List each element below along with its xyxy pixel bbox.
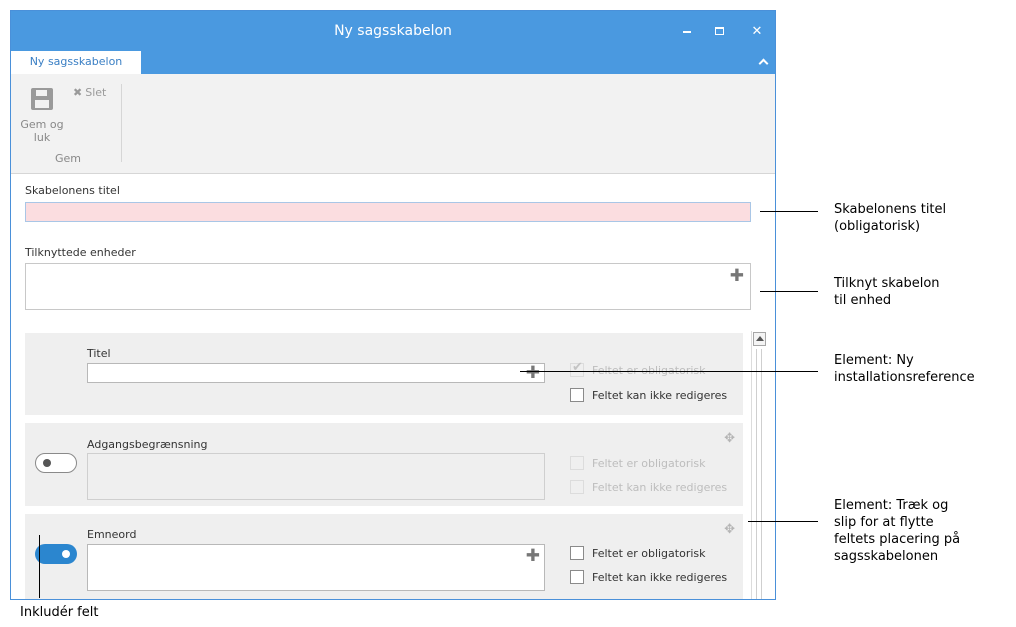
close-button[interactable]: ✕ — [745, 11, 769, 51]
callout-units-line1: Tilknyt skabelon — [834, 276, 940, 291]
readonly-checkbox — [570, 480, 584, 494]
field-element-keywords: ✥ Emneord ✚ Feltet er obligatorisk Felte… — [25, 514, 743, 599]
readonly-checkbox-row: Feltet kan ikke redigeres — [570, 388, 727, 402]
move-icon[interactable]: ✥ — [724, 522, 735, 537]
callout-drag-line1: Element: Træk og — [834, 498, 949, 513]
callout-units: Tilknyt skabelon til enhed — [834, 275, 940, 309]
maximize-icon — [714, 27, 724, 35]
required-checkbox-row: ✔ Feltet er obligatorisk — [570, 360, 706, 377]
required-checkbox[interactable] — [570, 546, 584, 560]
readonly-checkbox-label: Feltet kan ikke redigeres — [592, 388, 728, 402]
chevron-up-icon — [758, 58, 769, 69]
add-unit-icon[interactable]: ✚ — [730, 268, 744, 285]
callout-line-units — [760, 291, 818, 292]
maximize-button[interactable] — [707, 11, 731, 51]
callout-line-drag — [748, 521, 818, 522]
field-label: Emneord — [87, 528, 137, 541]
ribbon: Gem og luk ✖ Slet Gem — [11, 74, 775, 174]
field-label: Adgangsbegrænsning — [87, 438, 208, 451]
callout-new-element: Element: Ny installationsreference — [834, 352, 975, 386]
delete-label: Slet — [85, 86, 107, 99]
required-checkbox-row: Feltet er obligatorisk — [570, 546, 706, 560]
callout-units-line2: til enhed — [834, 293, 892, 308]
field-element-access-restriction: ✥ Adgangsbegrænsning Feltet er obligator… — [25, 423, 743, 506]
readonly-checkbox-label: Feltet kan ikke redigeres — [592, 570, 728, 584]
required-checkbox-label: Feltet er obligatorisk — [592, 456, 706, 470]
field-element-title: Titel ✚ ✔ Feltet er obligatorisk Feltet … — [25, 333, 743, 415]
template-title-input[interactable] — [25, 202, 751, 222]
field-label: Titel — [87, 347, 111, 360]
callout-line-include — [39, 535, 40, 598]
units-field-label: Tilknyttede enheder — [25, 246, 136, 259]
collapse-ribbon-button[interactable] — [758, 54, 769, 70]
add-reference-icon[interactable]: ✚ — [526, 365, 540, 382]
required-checkbox — [570, 456, 584, 470]
readonly-checkbox-label: Feltet kan ikke redigeres — [592, 480, 728, 494]
callout-line-title — [760, 211, 818, 212]
readonly-checkbox[interactable] — [570, 570, 584, 584]
callout-new-element-line1: Element: Ny — [834, 353, 914, 368]
callout-line-new-element — [520, 371, 818, 372]
add-keyword-icon[interactable]: ✚ — [526, 548, 540, 565]
include-field-toggle[interactable] — [35, 453, 77, 473]
required-checkbox-label: Feltet er obligatorisk — [592, 363, 706, 377]
field-input — [87, 453, 545, 500]
toggle-knob — [62, 550, 70, 558]
callout-title-line2: (obligatorisk) — [834, 219, 921, 234]
save-icon — [31, 88, 53, 110]
minimize-icon — [683, 31, 691, 33]
title-field-label: Skabelonens titel — [25, 184, 120, 197]
scroll-track[interactable] — [756, 349, 762, 599]
ribbon-separator — [121, 84, 122, 162]
minimize-button[interactable] — [675, 11, 699, 51]
save-close-label-line1: Gem og — [20, 118, 64, 131]
required-checkbox[interactable]: ✔ — [570, 360, 584, 377]
required-checkbox-row: Feltet er obligatorisk — [570, 456, 706, 470]
required-checkbox-label: Feltet er obligatorisk — [592, 546, 706, 560]
save-close-label: Gem og luk — [17, 118, 67, 144]
callout-drag-line2: slip for at flytte — [834, 515, 934, 530]
readonly-checkbox-row: Feltet kan ikke redigeres — [570, 480, 727, 494]
toggle-knob — [43, 459, 51, 467]
linked-units-box[interactable]: ✚ — [25, 263, 751, 310]
delete-icon: ✖ — [73, 86, 83, 99]
readonly-checkbox[interactable] — [570, 388, 584, 402]
delete-button[interactable]: ✖ Slet — [73, 86, 106, 99]
check-icon: ✔ — [572, 360, 583, 375]
move-icon[interactable]: ✥ — [724, 431, 735, 446]
callout-include-field: Inkludér felt — [20, 605, 99, 620]
callout-drag-line3: feltets placering på — [834, 532, 961, 547]
field-input[interactable]: ✚ — [87, 544, 545, 591]
callout-drag: Element: Træk og slip for at flytte felt… — [834, 497, 960, 565]
save-close-label-line2: luk — [33, 131, 51, 144]
template-window: Ny sagsskabelon ✕ Ny sagsskabelon Gem og… — [10, 10, 776, 600]
scroll-up-button[interactable] — [753, 332, 766, 346]
callout-new-element-line2: installationsreference — [834, 370, 975, 385]
include-field-toggle[interactable] — [35, 544, 77, 564]
tab-new-template[interactable]: Ny sagsskabelon — [11, 51, 141, 74]
window-title: Ny sagsskabelon — [334, 23, 452, 39]
callout-drag-line4: sagsskabelonen — [834, 549, 939, 564]
ribbon-tabstrip: Ny sagsskabelon — [11, 51, 775, 74]
close-icon: ✕ — [751, 23, 763, 39]
title-bar: Ny sagsskabelon ✕ — [11, 11, 775, 51]
readonly-checkbox-row: Feltet kan ikke redigeres — [570, 570, 727, 584]
field-input[interactable]: ✚ — [87, 363, 545, 383]
callout-title-line1: Skabelonens titel — [834, 202, 947, 217]
ribbon-group-label: Gem — [55, 152, 82, 165]
callout-title: Skabelonens titel (obligatorisk) — [834, 201, 946, 235]
